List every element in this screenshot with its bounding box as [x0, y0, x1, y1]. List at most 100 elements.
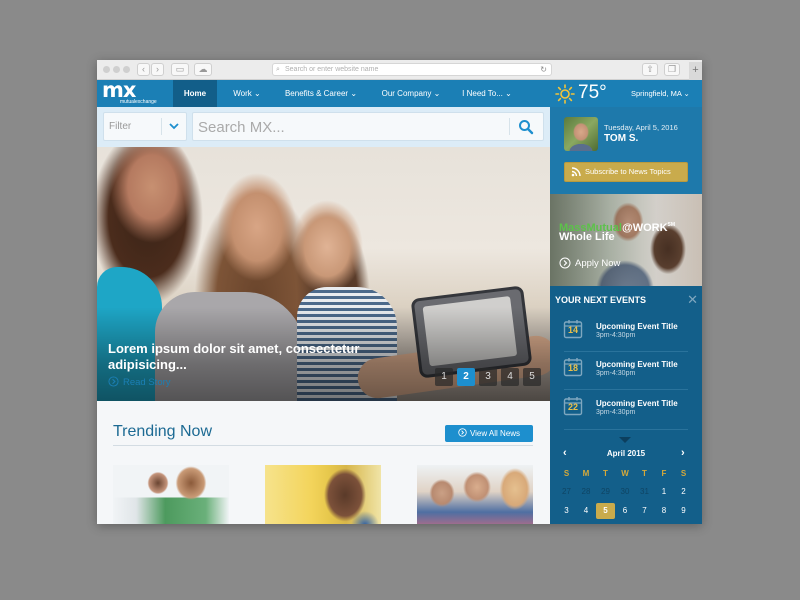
- carousel-page-5[interactable]: 5: [523, 368, 541, 386]
- calendar-weekday: S: [680, 469, 687, 478]
- calendar-day[interactable]: 9: [674, 503, 693, 519]
- promo-product: Whole Life: [559, 231, 615, 243]
- events-panel: 14 Upcoming Event Title 3pm-4:30pm 18 Up…: [550, 314, 702, 524]
- sidebar: Tuesday, April 5, 2016 TOM S. Subscribe …: [550, 107, 702, 524]
- divider: [113, 445, 533, 446]
- close-window-button[interactable]: [103, 66, 110, 73]
- url-bar[interactable]: ⌕ Search or enter website name ↻: [272, 63, 552, 76]
- new-tab-button[interactable]: +: [689, 62, 702, 80]
- event-title: Upcoming Event Title: [596, 360, 678, 369]
- events-title: YOUR NEXT EVENTS: [555, 295, 647, 305]
- nav-home[interactable]: Home: [173, 80, 217, 107]
- nav-work[interactable]: Work ⌄: [225, 80, 269, 107]
- subscribe-news-button[interactable]: Subscribe to News Topics: [564, 162, 688, 182]
- calendar-day[interactable]: 4: [577, 503, 596, 519]
- search-input[interactable]: [198, 115, 508, 139]
- news-thumbnail[interactable]: [113, 465, 229, 524]
- url-placeholder: Search or enter website name: [285, 66, 379, 73]
- chevron-down-icon: [169, 123, 179, 130]
- carousel-page-4[interactable]: 4: [501, 368, 519, 386]
- event-time: 3pm-4:30pm: [596, 332, 636, 339]
- calendar-weekday: W: [621, 469, 629, 478]
- carousel-page-3[interactable]: 3: [479, 368, 497, 386]
- calendar-day[interactable]: 30: [616, 484, 635, 500]
- mx-logo[interactable]: mx mutualexchange: [102, 78, 172, 106]
- calendar-day[interactable]: 2: [674, 484, 693, 500]
- promo-banner[interactable]: MassMutual@WORKSM Whole Life Apply Now: [550, 194, 702, 286]
- calendar-weekday: S: [563, 469, 570, 478]
- search-icon: ⌕: [276, 66, 280, 73]
- nav-benefits-career[interactable]: Benefits & Career ⌄: [278, 80, 364, 107]
- calendar-day[interactable]: 31: [635, 484, 654, 500]
- event-item[interactable]: 14 Upcoming Event Title 3pm-4:30pm: [550, 314, 702, 352]
- search-bar-area: Filter: [97, 107, 550, 147]
- calendar-weekday: M: [582, 469, 590, 478]
- event-day: 18: [567, 363, 578, 373]
- calendar-weekday: F: [661, 469, 667, 478]
- event-title: Upcoming Event Title: [596, 399, 678, 408]
- close-icon[interactable]: ✕: [687, 286, 698, 314]
- icloud-icon[interactable]: ☁: [194, 63, 212, 76]
- service-mark: SM: [667, 222, 676, 228]
- calendar-day[interactable]: 5: [596, 503, 615, 519]
- filter-label: Filter: [109, 121, 132, 132]
- nav-i-need-to[interactable]: I Need To... ⌄: [457, 80, 517, 107]
- calendar-weekday: T: [603, 469, 608, 478]
- calendar-day[interactable]: 1: [655, 484, 674, 500]
- sidebar-toggle-icon[interactable]: ▭: [171, 63, 189, 76]
- calendar-day[interactable]: 3: [557, 503, 576, 519]
- search-box: [192, 112, 544, 141]
- news-thumbnail[interactable]: [417, 465, 533, 524]
- avatar[interactable]: [564, 117, 598, 151]
- calendar-day[interactable]: 8: [655, 503, 674, 519]
- event-item[interactable]: 18 Upcoming Event Title 3pm-4:30pm: [550, 352, 702, 390]
- trending-section: Trending Now View All News: [97, 401, 550, 524]
- apply-now-label: Apply Now: [575, 258, 621, 269]
- hero-carousel[interactable]: Lorem ipsum dolor sit amet, consectetur …: [97, 147, 550, 401]
- minimize-window-button[interactable]: [113, 66, 120, 73]
- carousel-page-1[interactable]: 1: [435, 368, 453, 386]
- tabs-overview-icon[interactable]: ❐: [664, 63, 680, 76]
- zoom-window-button[interactable]: [123, 66, 130, 73]
- filter-dropdown[interactable]: Filter: [103, 112, 187, 141]
- divider: [564, 389, 688, 390]
- calendar-day[interactable]: 7: [635, 503, 654, 519]
- subscribe-label: Subscribe to News Topics: [585, 167, 671, 176]
- nav-our-company[interactable]: Our Company ⌄: [374, 80, 448, 107]
- share-icon[interactable]: ⇧: [642, 63, 658, 76]
- forward-button[interactable]: ›: [151, 63, 164, 76]
- divider: [509, 118, 510, 135]
- calendar-day[interactable]: 6: [616, 503, 635, 519]
- user-name: TOM S.: [604, 133, 639, 144]
- browser-window: ‹ › ▭ ☁ ⌕ Search or enter website name ↻…: [97, 60, 702, 524]
- calendar-next-button[interactable]: ›: [681, 447, 685, 459]
- calendar-day[interactable]: 28: [577, 484, 596, 500]
- events-header: YOUR NEXT EVENTS ✕: [550, 286, 702, 314]
- search-icon[interactable]: [518, 119, 534, 135]
- carousel-page-2[interactable]: 2: [457, 368, 475, 386]
- calendar-day[interactable]: 29: [596, 484, 615, 500]
- back-button[interactable]: ‹: [137, 63, 150, 76]
- logo-mark: mx: [102, 78, 136, 102]
- current-date: Tuesday, April 5, 2016: [604, 123, 678, 132]
- circle-chevron-right-icon: [559, 257, 571, 269]
- calendar-day[interactable]: 27: [557, 484, 576, 500]
- view-all-label: View All News: [469, 429, 521, 438]
- logo-subtext: mutualexchange: [120, 99, 157, 105]
- news-thumbnail[interactable]: [265, 465, 381, 524]
- caret-down-icon: [619, 437, 631, 443]
- event-item[interactable]: 22 Upcoming Event Title 3pm-4:30pm: [550, 391, 702, 429]
- apply-now-link[interactable]: Apply Now: [559, 257, 620, 269]
- temperature: 75°: [578, 82, 607, 103]
- read-story-link[interactable]: Read Story: [108, 376, 171, 389]
- main-nav: mx mutualexchange Home Work ⌄ Benefits &…: [97, 80, 702, 107]
- circle-chevron-right-icon: [458, 428, 467, 437]
- location-selector[interactable]: Springfield, MA ⌄: [631, 80, 690, 107]
- view-all-news-button[interactable]: View All News: [445, 425, 533, 442]
- reload-icon[interactable]: ↻: [540, 64, 547, 75]
- browser-toolbar: ‹ › ▭ ☁ ⌕ Search or enter website name ↻…: [97, 60, 702, 80]
- divider: [161, 118, 162, 135]
- divider: [564, 429, 688, 430]
- read-story-label: Read Story: [123, 377, 171, 388]
- circle-chevron-right-icon: [108, 376, 119, 387]
